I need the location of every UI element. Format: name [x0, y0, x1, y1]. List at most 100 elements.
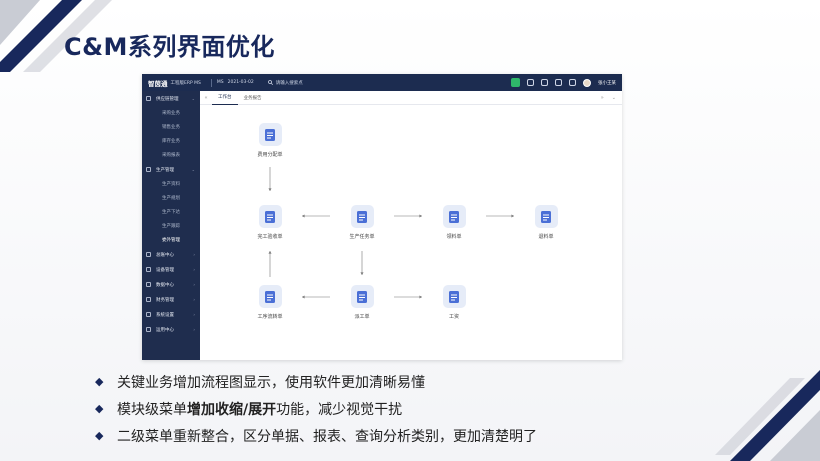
- flow-node[interactable]: 派工单: [332, 285, 392, 320]
- flow-node-label: 工序流转单: [257, 314, 283, 320]
- mail-icon[interactable]: [541, 79, 548, 86]
- bullet-list: ◆ 关键业务增加流程图显示，使用软件更加清晰易懂 ◆ 模块级菜单 增加收缩/展开 功能，减…: [95, 368, 537, 449]
- app-switch-icon[interactable]: [511, 78, 520, 87]
- bullet-item: ◆ 模块级菜单 增加收缩/展开 功能，减少视觉干扰: [95, 395, 537, 422]
- module-icon: [146, 297, 151, 302]
- chevron-down-icon[interactable]: ⌄: [612, 95, 616, 101]
- module-icon: [146, 252, 151, 257]
- sidebar-group-label: 供应链管理: [156, 96, 179, 102]
- flow-node-label: 工资: [448, 314, 459, 320]
- bullet-text-bold: 增加收缩/展开: [187, 401, 277, 418]
- topbar-org[interactable]: MS: [217, 80, 224, 85]
- corner-stripes-bottom-right: [715, 370, 820, 461]
- topbar-search[interactable]: 请输入搜索点: [267, 80, 303, 86]
- tab-scroll-right-icon[interactable]: »: [601, 95, 604, 101]
- document-list-icon: [350, 205, 374, 228]
- sidebar-group[interactable]: 总账中心 ›: [142, 247, 200, 262]
- tab-bar: « 工作台 业务报告 » ⌄: [200, 91, 622, 105]
- diamond-bullet-icon: ◆: [95, 429, 104, 442]
- sidebar-group[interactable]: 设备管理 ›: [142, 262, 200, 277]
- chevron-right-icon: ›: [193, 297, 195, 302]
- sidebar-group[interactable]: 财务管理 ›: [142, 292, 200, 307]
- flow-arrowhead: [268, 188, 272, 191]
- sidebar-item[interactable]: 采购业务: [142, 106, 200, 120]
- flow-node-label: 完工验收单: [257, 234, 283, 240]
- document-user-icon: [442, 205, 466, 228]
- app-logo: 智茵通: [148, 79, 168, 88]
- document-salary-icon: [442, 285, 466, 308]
- module-icon: [146, 167, 151, 172]
- flow-node[interactable]: 生产任务单: [332, 205, 392, 240]
- sidebar-item[interactable]: 委外管理: [142, 233, 200, 247]
- chevron-right-icon: ›: [193, 252, 195, 257]
- flow-arrowhead: [360, 272, 364, 275]
- sidebar-group-label: 财务管理: [156, 297, 174, 303]
- flow-node-label: 派工单: [354, 314, 370, 320]
- sidebar-group-label: 系统设置: [156, 312, 174, 318]
- flow-arrowhead: [419, 295, 422, 299]
- sidebar: 供应链管理 ⌄ 采购业务 销售业务 库存业务 采购报表 生产管理 ⌄ 生产资料 生产规划 生产下达生…: [142, 91, 200, 360]
- sidebar-item[interactable]: 生产资料: [142, 177, 200, 191]
- module-icon: [146, 96, 151, 101]
- topbar-date: 2021-03-02: [227, 80, 254, 85]
- bullet-item: ◆ 二级菜单重新整合，区分单据、报表、查询分析类别，更加清楚明了: [95, 422, 537, 449]
- app-topbar: 智茵通 工程版ERP MS MS 2021-03-02 请输入搜索点 张小王某: [142, 74, 622, 91]
- avatar[interactable]: [583, 78, 591, 87]
- module-icon: [146, 327, 151, 332]
- tab-controls: » ⌄: [601, 95, 616, 101]
- bullet-text: 二级菜单重新整合，区分单据、报表、查询分析类别，更加清楚明了: [117, 428, 537, 445]
- module-icon: [146, 312, 151, 317]
- module-icon: [146, 267, 151, 272]
- flow-node[interactable]: 费用分配单: [240, 123, 300, 158]
- sidebar-group[interactable]: 运用中心 ›: [142, 322, 200, 337]
- bullet-text: 功能，减少视觉干扰: [276, 401, 403, 418]
- chevron-right-icon: ›: [193, 282, 195, 287]
- topbar-divider: [210, 78, 212, 87]
- sidebar-group-label: 生产管理: [156, 167, 174, 173]
- flow-canvas: 费用分配单完工验收单 生产任务单 领料单 退料单工序流转单 派工单 工资: [200, 105, 622, 360]
- sidebar-group[interactable]: 数据中心 ›: [142, 277, 200, 292]
- flow-node[interactable]: 工序流转单: [240, 285, 300, 320]
- tab-business-report[interactable]: 业务报告: [238, 91, 268, 105]
- flow-node-label: 领料单: [446, 234, 462, 240]
- sidebar-group[interactable]: 系统设置 ›: [142, 307, 200, 322]
- user-name[interactable]: 张小王某: [598, 80, 616, 86]
- theme-icon[interactable]: [527, 79, 534, 86]
- settings-icon[interactable]: [569, 79, 576, 86]
- sidebar-group[interactable]: 供应链管理 ⌄: [142, 91, 200, 106]
- tab-scroll-left-icon[interactable]: «: [200, 95, 212, 101]
- document-person-icon: [258, 123, 282, 146]
- help-icon[interactable]: [555, 79, 562, 86]
- flow-node[interactable]: 退料单: [516, 205, 576, 240]
- flow-arrowhead: [268, 251, 272, 254]
- document-flow-icon: [258, 285, 282, 308]
- sidebar-group-label: 设备管理: [156, 267, 174, 273]
- document-dispatch-icon: [350, 285, 374, 308]
- app-product-name: 工程版ERP MS: [170, 80, 201, 86]
- flow-node[interactable]: 完工验收单: [240, 205, 300, 240]
- bullet-text: 关键业务增加流程图显示，使用软件更加清晰易懂: [117, 374, 425, 391]
- sidebar-item[interactable]: 生产规划: [142, 191, 200, 205]
- flow-node[interactable]: 领料单: [424, 205, 484, 240]
- search-placeholder: 请输入搜索点: [275, 80, 303, 86]
- module-icon: [146, 282, 151, 287]
- tab-workbench[interactable]: 工作台: [212, 91, 238, 105]
- chevron-down-icon: ⌄: [191, 167, 195, 172]
- flow-arrowhead: [302, 214, 305, 218]
- sidebar-item[interactable]: 库存业务: [142, 134, 200, 148]
- document-check-icon: [258, 205, 282, 228]
- sidebar-item[interactable]: 采购报表: [142, 148, 200, 162]
- chevron-right-icon: ›: [193, 312, 195, 317]
- document-return-icon: [534, 205, 558, 228]
- app-window: 智茵通 工程版ERP MS MS 2021-03-02 请输入搜索点 张小王某 …: [142, 74, 622, 360]
- flow-node[interactable]: 工资: [424, 285, 484, 320]
- bullet-item: ◆ 关键业务增加流程图显示，使用软件更加清晰易懂: [95, 368, 537, 395]
- sidebar-item[interactable]: 销售业务: [142, 120, 200, 134]
- sidebar-item[interactable]: 生产下达: [142, 205, 200, 219]
- flow-node-label: 退料单: [538, 234, 554, 240]
- flow-node-label: 生产任务单: [349, 234, 375, 240]
- sidebar-item[interactable]: 生产跟踪: [142, 219, 200, 233]
- diamond-bullet-icon: ◆: [95, 402, 104, 415]
- sidebar-group[interactable]: 生产管理 ⌄: [142, 162, 200, 177]
- chevron-right-icon: ›: [193, 327, 195, 332]
